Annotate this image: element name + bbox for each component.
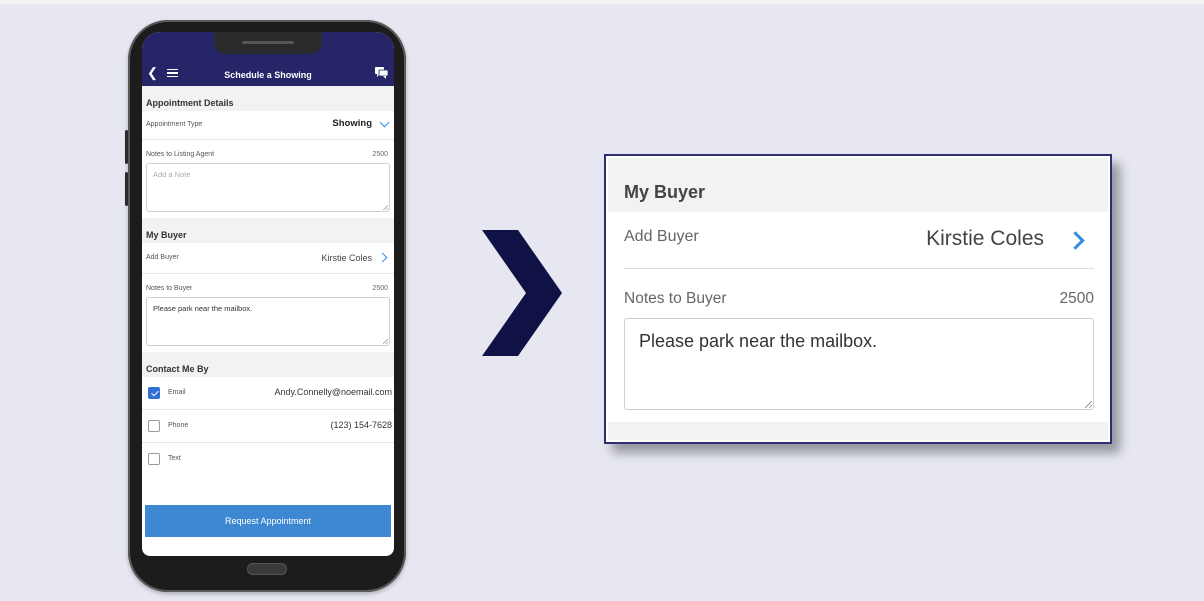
notes-buyer-count: 2500 (372, 285, 388, 292)
phone-notch (214, 32, 322, 54)
contact-label-email: Email (168, 389, 186, 396)
phone-speaker (242, 41, 294, 44)
contact-label-text: Text (168, 455, 181, 462)
contact-value-email: Andy.Connelly@noemail.com (274, 387, 392, 397)
section-my-buyer: My Buyer (142, 218, 394, 243)
appointment-type-value: Showing (332, 118, 372, 129)
chevron-right-icon[interactable] (377, 252, 388, 263)
buyer-name: Kirstie Coles (321, 253, 372, 263)
chevron-right-arrow-icon (482, 230, 562, 356)
add-buyer-row[interactable]: Add Buyer Kirstie Coles (142, 243, 394, 274)
contact-label-phone: Phone (168, 422, 189, 429)
checkbox-icon[interactable] (148, 420, 160, 432)
checkbox-icon[interactable] (148, 387, 160, 399)
appointment-type-label: Appointment Type (146, 121, 203, 128)
notes-listing-input[interactable]: Add a Note (146, 163, 390, 212)
phone-home-button (247, 563, 287, 575)
add-buyer-label: Add Buyer (146, 254, 179, 261)
chat-icon[interactable] (375, 67, 388, 79)
notes-listing-placeholder: Add a Note (153, 170, 191, 179)
notes-listing-count: 2500 (372, 151, 388, 158)
resize-handle[interactable] (1085, 401, 1092, 408)
chevron-down-icon[interactable] (379, 117, 390, 128)
zoom-footer-strip (608, 422, 1108, 440)
divider (624, 268, 1094, 269)
resize-handle[interactable] (383, 339, 388, 344)
notes-to-listing-agent: Notes to Listing Agent 2500 Add a Note (142, 140, 394, 218)
zoom-buyer-name[interactable]: Kirstie Coles (926, 227, 1044, 251)
notes-to-buyer: Notes to Buyer 2500 Please park near the… (142, 274, 394, 352)
screen-title: Schedule a Showing (224, 70, 312, 80)
zoom-add-buyer-label: Add Buyer (624, 228, 699, 245)
phone-screen: ❮ Schedule a Showing Appointment Details… (142, 32, 394, 556)
section-contact-me-by: Contact Me By (142, 352, 394, 377)
zoom-notes-input[interactable]: Please park near the mailbox. (624, 318, 1094, 410)
notes-buyer-label: Notes to Buyer (146, 285, 193, 292)
zoom-heading: My Buyer (624, 182, 706, 202)
section-appointment-details: Appointment Details (142, 86, 394, 111)
zoom-notes-text: Please park near the mailbox. (639, 331, 878, 351)
chevron-right-icon[interactable] (1066, 231, 1085, 250)
appointment-type-row[interactable]: Appointment Type Showing (142, 111, 394, 140)
contact-value-phone: (123) 154-7628 (330, 420, 392, 430)
request-appointment-button[interactable]: Request Appointment (145, 505, 391, 537)
phone-volume-button (125, 130, 128, 164)
contact-row-phone[interactable]: Phone (123) 154-7628 (142, 410, 394, 443)
phone-volume-button (125, 172, 128, 206)
zoomed-my-buyer-card: My Buyer Add Buyer Kirstie Coles Notes t… (604, 154, 1112, 444)
resize-handle[interactable] (383, 205, 388, 210)
phone-mockup: ❮ Schedule a Showing Appointment Details… (125, 20, 406, 592)
contact-row-email[interactable]: Email Andy.Connelly@noemail.com (142, 377, 394, 410)
notes-listing-label: Notes to Listing Agent (146, 151, 215, 158)
contact-row-text[interactable]: Text (142, 443, 394, 476)
zoom-notes-label: Notes to Buyer (624, 290, 727, 307)
zoom-notes-count: 2500 (1059, 290, 1094, 307)
notes-buyer-text: Please park near the mailbox. (153, 304, 253, 313)
checkbox-icon[interactable] (148, 453, 160, 465)
top-strip (0, 0, 1204, 4)
notes-buyer-input[interactable]: Please park near the mailbox. (146, 297, 390, 346)
